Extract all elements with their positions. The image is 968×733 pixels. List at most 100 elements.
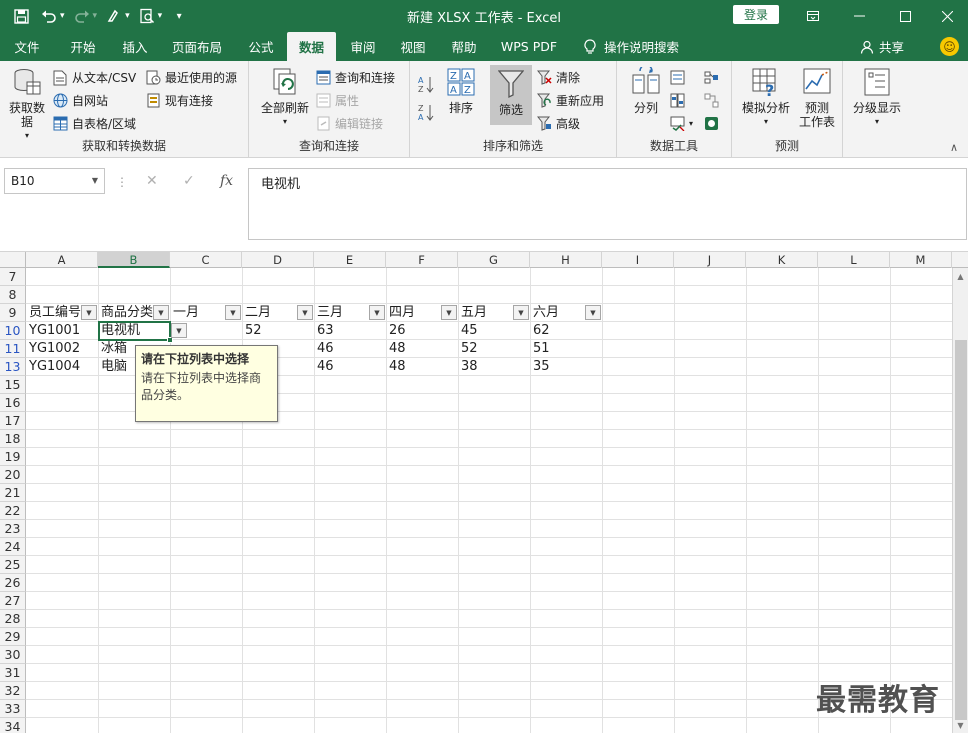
- column-header-l[interactable]: L: [818, 252, 890, 268]
- table-cell[interactable]: YG1001: [26, 322, 98, 340]
- consolidate-button[interactable]: [703, 67, 719, 88]
- active-cell-b10[interactable]: [98, 321, 173, 343]
- flash-fill-button[interactable]: [669, 67, 685, 88]
- column-header-k[interactable]: K: [746, 252, 818, 268]
- name-box-dropdown-icon[interactable]: ▼: [92, 176, 98, 185]
- advanced-filter-button[interactable]: 高级: [536, 113, 580, 134]
- refresh-all-button[interactable]: 全部刷新 ▾: [257, 66, 313, 129]
- data-validation-button[interactable]: ▾: [669, 113, 693, 134]
- table-cell[interactable]: 52: [458, 340, 530, 358]
- header-cell[interactable]: 四月: [386, 304, 442, 322]
- header-cell[interactable]: 一月: [170, 304, 226, 322]
- login-button[interactable]: 登录: [733, 5, 779, 24]
- share-button[interactable]: 共享: [860, 32, 904, 61]
- filter-dropdown-icon[interactable]: ▼: [513, 305, 529, 320]
- row-header[interactable]: 8: [0, 286, 26, 304]
- row-header[interactable]: 15: [0, 376, 26, 394]
- row-header[interactable]: 27: [0, 592, 26, 610]
- filter-dropdown-icon[interactable]: ▼: [81, 305, 97, 320]
- insert-function-icon[interactable]: fx: [220, 173, 233, 189]
- row-header[interactable]: 21: [0, 484, 26, 502]
- filter-dropdown-icon[interactable]: ▼: [225, 305, 241, 320]
- queries-connections-button[interactable]: 查询和连接: [315, 67, 395, 88]
- row-header[interactable]: 17: [0, 412, 26, 430]
- row-header[interactable]: 34: [0, 718, 26, 733]
- sort-ascending-button[interactable]: AZ: [418, 73, 434, 94]
- filter-dropdown-icon[interactable]: ▼: [297, 305, 313, 320]
- header-cell[interactable]: 二月: [242, 304, 298, 322]
- table-cell[interactable]: YG1004: [26, 358, 98, 376]
- row-header[interactable]: 20: [0, 466, 26, 484]
- filter-dropdown-icon[interactable]: ▼: [441, 305, 457, 320]
- select-all-corner[interactable]: [0, 252, 26, 268]
- table-cell[interactable]: 62: [530, 322, 602, 340]
- ribbon-display-options-icon[interactable]: [790, 0, 836, 32]
- row-header[interactable]: 13: [0, 358, 26, 376]
- row-header[interactable]: 16: [0, 394, 26, 412]
- data-validation-dropdown-icon[interactable]: ▾: [689, 119, 693, 128]
- scrollbar-thumb[interactable]: [955, 340, 967, 720]
- scroll-up-icon[interactable]: ▲: [953, 268, 968, 284]
- header-cell[interactable]: 六月: [530, 304, 586, 322]
- from-web-button[interactable]: 自网站: [52, 90, 108, 111]
- row-header[interactable]: 19: [0, 448, 26, 466]
- row-header[interactable]: 33: [0, 700, 26, 718]
- header-cell[interactable]: 五月: [458, 304, 514, 322]
- tab-view[interactable]: 视图: [390, 32, 436, 61]
- row-header[interactable]: 29: [0, 628, 26, 646]
- manage-data-model-button[interactable]: [703, 113, 719, 134]
- header-cell[interactable]: 三月: [314, 304, 370, 322]
- recent-sources-button[interactable]: 最近使用的源: [145, 67, 237, 88]
- what-if-analysis-button[interactable]: ? 模拟分析 ▾: [738, 66, 794, 129]
- tab-review[interactable]: 审阅: [340, 32, 386, 61]
- close-icon[interactable]: [926, 0, 968, 32]
- filter-dropdown-icon[interactable]: ▼: [369, 305, 385, 320]
- relationships-button[interactable]: [703, 90, 719, 111]
- tab-formulas[interactable]: 公式: [238, 32, 284, 61]
- from-table-button[interactable]: 自表格/区域: [52, 113, 136, 134]
- existing-connections-button[interactable]: 现有连接: [145, 90, 213, 111]
- name-box[interactable]: B10 ▼: [4, 168, 105, 194]
- column-header-f[interactable]: F: [386, 252, 458, 268]
- row-header[interactable]: 9: [0, 304, 26, 322]
- table-cell[interactable]: 35: [530, 358, 602, 376]
- tab-insert[interactable]: 插入: [112, 32, 158, 61]
- minimize-icon[interactable]: [836, 0, 882, 32]
- row-header[interactable]: 26: [0, 574, 26, 592]
- row-header[interactable]: 31: [0, 664, 26, 682]
- feedback-smiley-icon[interactable]: ☺: [940, 37, 959, 56]
- table-cell[interactable]: 26: [386, 322, 458, 340]
- table-cell[interactable]: 46: [314, 340, 386, 358]
- row-header[interactable]: 7: [0, 268, 26, 286]
- clear-filter-button[interactable]: 清除: [536, 67, 580, 88]
- table-cell[interactable]: 38: [458, 358, 530, 376]
- validation-dropdown-icon[interactable]: ▼: [171, 323, 187, 338]
- table-cell[interactable]: 63: [314, 322, 386, 340]
- column-header-d[interactable]: D: [242, 252, 314, 268]
- tell-me-search[interactable]: 操作说明搜索: [584, 32, 679, 61]
- sort-button[interactable]: ZAAZ 排序: [444, 66, 478, 115]
- sort-descending-button[interactable]: ZA: [418, 101, 434, 122]
- filter-dropdown-icon[interactable]: ▼: [153, 305, 169, 320]
- tab-wps-pdf[interactable]: WPS PDF: [496, 32, 562, 61]
- reapply-button[interactable]: 重新应用: [536, 90, 604, 111]
- row-header[interactable]: 25: [0, 556, 26, 574]
- table-cell[interactable]: 46: [314, 358, 386, 376]
- column-header-m[interactable]: M: [890, 252, 952, 268]
- column-header-j[interactable]: J: [674, 252, 746, 268]
- table-cell[interactable]: YG1002: [26, 340, 98, 358]
- table-cell[interactable]: 51: [530, 340, 602, 358]
- collapse-ribbon-icon[interactable]: ∧: [950, 141, 958, 154]
- filter-button[interactable]: 筛选: [490, 65, 532, 125]
- outline-button[interactable]: 分级显示 ▾: [849, 66, 905, 129]
- column-header-c[interactable]: C: [170, 252, 242, 268]
- filter-dropdown-icon[interactable]: ▼: [585, 305, 601, 320]
- forecast-sheet-button[interactable]: 预测 工作表: [794, 66, 840, 129]
- table-cell[interactable]: 48: [386, 340, 458, 358]
- tab-file[interactable]: 文件: [4, 32, 50, 61]
- row-header[interactable]: 18: [0, 430, 26, 448]
- header-cell[interactable]: 商品分类: [98, 304, 154, 322]
- row-header[interactable]: 23: [0, 520, 26, 538]
- formula-input[interactable]: 电视机: [248, 168, 967, 240]
- column-header-g[interactable]: G: [458, 252, 530, 268]
